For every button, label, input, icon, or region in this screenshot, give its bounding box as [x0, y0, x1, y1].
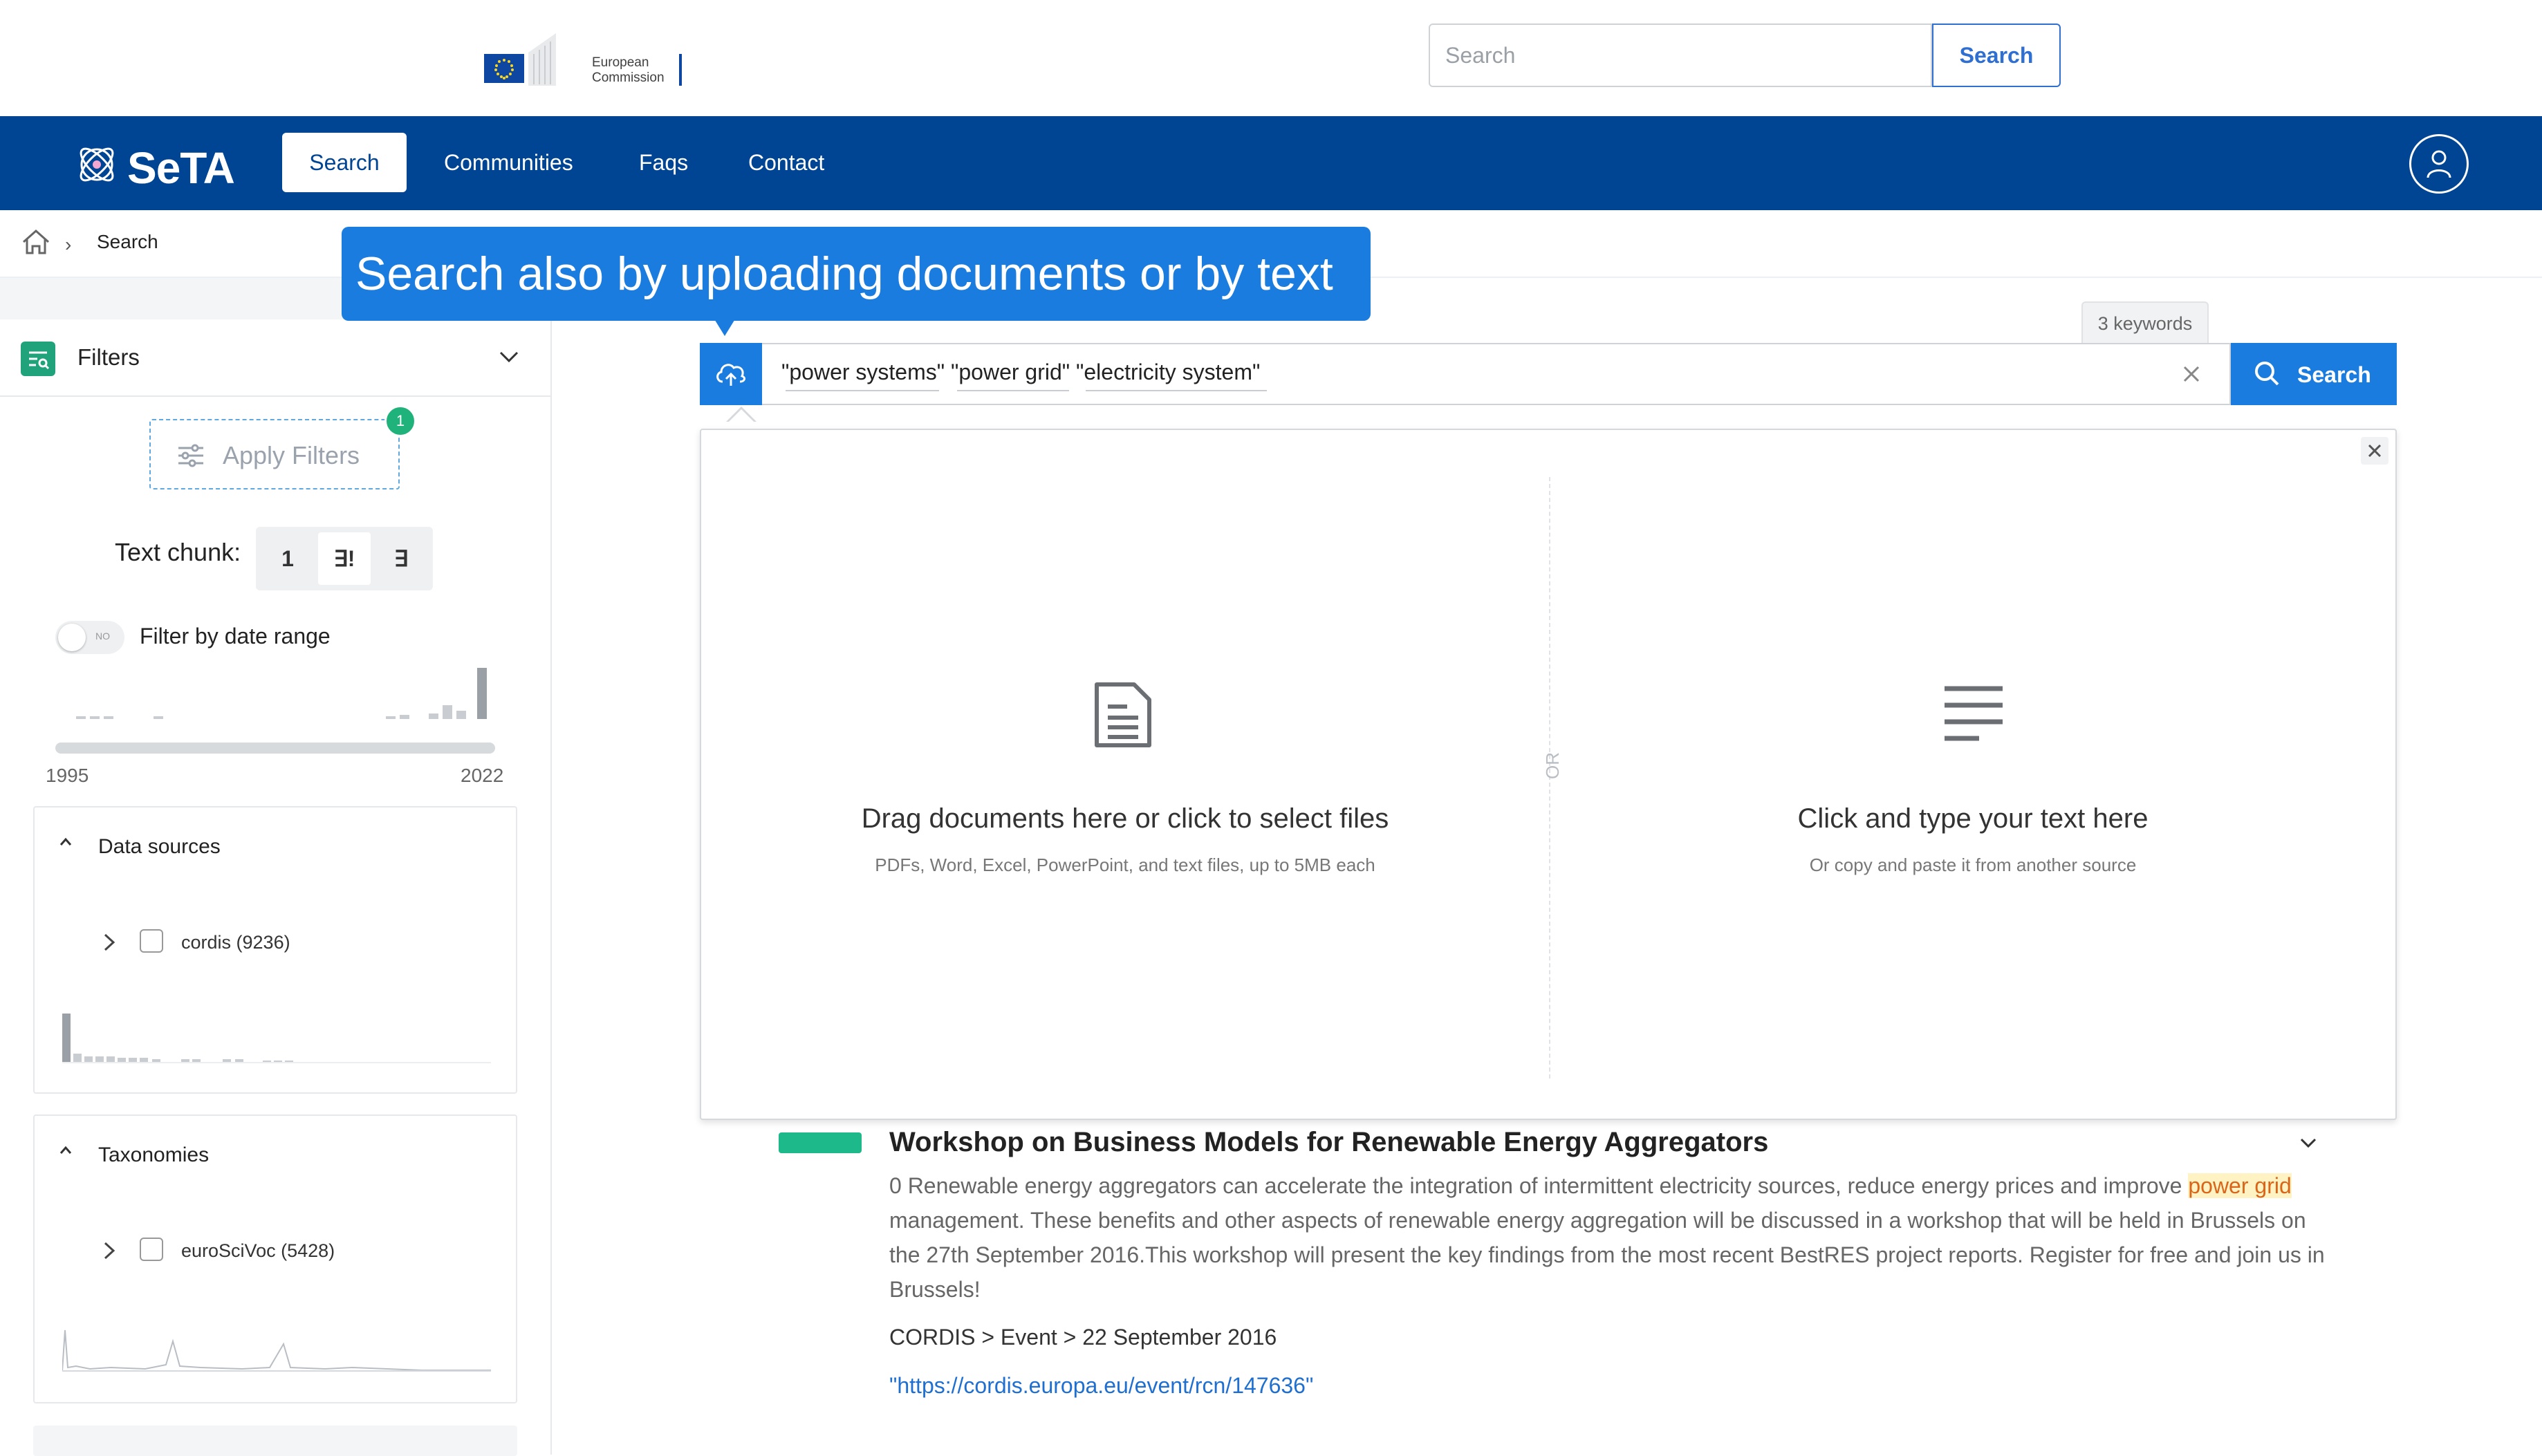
- european-commission-logo[interactable]: European Commission: [484, 33, 692, 86]
- clear-query-icon[interactable]: [2178, 361, 2205, 387]
- result-meta: CORDIS > Event > 22 September 2016: [889, 1325, 1277, 1350]
- ec-logo-text-line1: European: [592, 55, 649, 70]
- upload-panel: Drag documents here or click to select f…: [700, 429, 2397, 1120]
- keyword-underline: [957, 390, 1069, 391]
- keywords-count-tab: 3 keywords: [2081, 301, 2209, 343]
- expand-result-icon[interactable]: [2296, 1131, 2321, 1156]
- result-snippet: 0 Renewable energy aggregators can accel…: [889, 1168, 2328, 1307]
- snippet-text: 0 Renewable energy aggregators can accel…: [889, 1173, 2189, 1198]
- chevron-right-icon[interactable]: [101, 931, 118, 954]
- main-search-label: Search: [2297, 362, 2371, 387]
- document-drop-zone[interactable]: Drag documents here or click to select f…: [701, 430, 1549, 1119]
- cordis-label: cordis (9236): [181, 932, 290, 953]
- nav-item-search[interactable]: Search: [282, 133, 407, 192]
- eu-flag-icon: [484, 54, 524, 83]
- toggle-knob: [58, 624, 86, 651]
- query-input[interactable]: "power systems" "power grid" "electricit…: [762, 343, 2231, 405]
- text-chunk-selector: 1 ∃! ∃: [256, 527, 433, 590]
- data-sources-histogram: [62, 1014, 491, 1063]
- date-range-toggle[interactable]: NO: [55, 621, 124, 654]
- data-sources-title: Data sources: [98, 835, 221, 858]
- toggle-state-text: NO: [95, 631, 110, 642]
- eurosci-voc-checkbox[interactable]: [140, 1238, 163, 1261]
- keyword-underline: [1086, 390, 1267, 391]
- taxonomies-facet: Taxonomies euroSciVoc (5428): [33, 1114, 517, 1403]
- top-search-input[interactable]: Search: [1429, 24, 1932, 87]
- ec-logo-text-line2: Commission: [592, 71, 665, 85]
- apply-filters-label: Apply Filters: [223, 441, 360, 469]
- date-histogram: [76, 668, 487, 719]
- upload-hint-tooltip: Search also by uploading documents or by…: [342, 227, 1371, 321]
- seta-logo-icon: [80, 147, 114, 182]
- cloud-upload-icon: [716, 364, 746, 386]
- query-text: "power systems" "power grid" "electricit…: [781, 360, 1261, 384]
- text-chunk-option-exists[interactable]: ∃: [375, 532, 427, 585]
- date-range-slider[interactable]: [55, 743, 495, 754]
- filters-icon: [21, 342, 55, 376]
- nav-item-contact[interactable]: Contact: [748, 133, 824, 192]
- taxonomies-histogram: [62, 1329, 491, 1372]
- tooltip-arrow: [714, 318, 736, 336]
- text-lines-icon: [1945, 686, 2003, 741]
- drop-zone-subtitle: PDFs, Word, Excel, PowerPoint, and text …: [875, 855, 1375, 875]
- result-title[interactable]: Workshop on Business Models for Renewabl…: [889, 1127, 1768, 1158]
- keyword-underline: [786, 390, 939, 391]
- date-range-to: 2022: [461, 765, 504, 786]
- date-range-label: Filter by date range: [140, 624, 331, 648]
- snippet-text: management. These benefits and other asp…: [889, 1208, 2325, 1302]
- snippet-highlight: power grid: [2188, 1173, 2292, 1198]
- date-range-from: 1995: [46, 765, 89, 786]
- filters-label: Filters: [77, 344, 140, 370]
- result-link[interactable]: "https://cordis.europa.eu/event/rcn/1476…: [889, 1373, 1313, 1399]
- apply-filters-button[interactable]: Apply Filters: [149, 419, 400, 489]
- next-facet-panel: [33, 1426, 517, 1456]
- user-account-button[interactable]: [2409, 134, 2469, 194]
- main-search-button[interactable]: Search: [2231, 343, 2397, 405]
- breadcrumb-chevron-icon: ›: [65, 234, 72, 255]
- apply-filters-badge: 1: [384, 405, 416, 437]
- top-search-button[interactable]: Search: [1932, 24, 2061, 87]
- document-icon: [1095, 682, 1151, 747]
- chevron-up-icon[interactable]: [55, 1142, 76, 1157]
- chevron-up-icon[interactable]: [55, 834, 76, 849]
- sliders-icon: [178, 444, 203, 467]
- upload-toggle-button[interactable]: [700, 343, 762, 405]
- filters-header[interactable]: Filters: [0, 319, 550, 397]
- brand-name: SeTA: [127, 143, 235, 193]
- nav-item-faqs[interactable]: Faqs: [639, 133, 688, 192]
- filters-sidebar: Filters Apply Filters 1 Text chunk: 1 ∃!…: [0, 278, 552, 1456]
- data-sources-facet: Data sources cordis (9236): [33, 806, 517, 1094]
- ec-logo-divider: [679, 54, 682, 86]
- text-chunk-option-unique[interactable]: ∃!: [318, 532, 371, 585]
- text-input-zone[interactable]: Click and type your text here Or copy an…: [1550, 430, 2395, 1119]
- cordis-checkbox[interactable]: [140, 929, 163, 953]
- main-navigation: SeTA Search Communities Faqs Contact: [0, 116, 2542, 210]
- ec-building-icon: [528, 33, 556, 86]
- drop-zone-title: Drag documents here or click to select f…: [861, 803, 1389, 834]
- result-score-badge: [779, 1132, 862, 1153]
- search-icon: [2255, 362, 2279, 386]
- chevron-down-icon[interactable]: [497, 344, 521, 369]
- nav-item-communities[interactable]: Communities: [444, 133, 573, 192]
- text-zone-subtitle: Or copy and paste it from another source: [1809, 855, 2137, 875]
- user-icon: [2427, 150, 2451, 178]
- panel-caret-fill: [727, 409, 755, 423]
- eurosci-voc-label: euroSciVoc (5428): [181, 1240, 335, 1261]
- text-chunk-option-1[interactable]: 1: [261, 532, 314, 585]
- chevron-right-icon[interactable]: [101, 1239, 118, 1262]
- taxonomies-title: Taxonomies: [98, 1144, 210, 1166]
- top-bar: European Commission Search Search: [0, 0, 2542, 116]
- text-zone-title: Click and type your text here: [1797, 803, 2149, 834]
- breadcrumb-current: Search: [97, 231, 158, 252]
- home-icon[interactable]: [21, 227, 51, 257]
- text-chunk-label: Text chunk:: [115, 538, 241, 566]
